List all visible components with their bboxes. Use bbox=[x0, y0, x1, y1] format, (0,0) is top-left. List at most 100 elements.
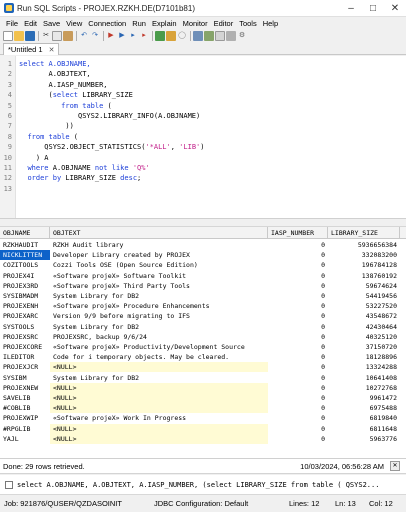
menu-explain[interactable]: Explain bbox=[149, 19, 180, 28]
redo-icon[interactable]: ↷ bbox=[90, 31, 100, 41]
table-cell[interactable]: #RPGLIB bbox=[0, 424, 50, 434]
table-cell[interactable]: PROJEXNEW bbox=[0, 383, 50, 393]
table-cell[interactable]: <NULL> bbox=[50, 382, 268, 393]
table-cell[interactable]: <NULL> bbox=[50, 362, 268, 373]
table-row[interactable]: COZITOOLS Cozzi Tools OSE (Open Source Ed… bbox=[0, 260, 400, 270]
table-cell[interactable]: PROJEXSRC, backup 9/6/24 bbox=[50, 332, 268, 342]
table-cell[interactable]: 6975488 bbox=[328, 403, 400, 413]
settings-icon[interactable]: ⚙ bbox=[237, 31, 247, 41]
table-cell[interactable]: PROJEXARC bbox=[0, 311, 50, 321]
table-cell[interactable]: PROJEXCORE bbox=[0, 342, 50, 352]
table-row[interactable]: #COBLIB <NULL> 0 6975488 bbox=[0, 403, 400, 414]
table-cell[interactable]: System Library for DB2 bbox=[50, 322, 268, 332]
db-icon[interactable] bbox=[193, 30, 203, 41]
menu-editor[interactable]: Editor bbox=[211, 19, 237, 28]
table-cell[interactable]: 37150720 bbox=[328, 342, 400, 352]
clear-messages-icon[interactable]: ✕ bbox=[390, 461, 400, 471]
table-cell[interactable]: PROJEXJCR bbox=[0, 362, 50, 372]
table-cell[interactable] bbox=[0, 444, 50, 454]
table-cell[interactable]: 0 bbox=[268, 260, 328, 270]
table-cell[interactable]: 196784128 bbox=[328, 260, 400, 270]
table-cell[interactable]: Developer Library created by PROJEX bbox=[50, 250, 268, 260]
plan-cache-icon[interactable] bbox=[226, 30, 236, 41]
menu-view[interactable]: View bbox=[63, 19, 85, 28]
monitor-icon[interactable] bbox=[204, 30, 214, 41]
menu-tools[interactable]: Tools bbox=[236, 19, 260, 28]
column-header[interactable]: LIBRARY_SIZE bbox=[328, 227, 400, 239]
table-row[interactable] bbox=[0, 444, 400, 454]
table-cell[interactable]: 54419456 bbox=[328, 291, 400, 301]
table-row[interactable]: SYSTOOLS System Library for DB2 0 42430464 bbox=[0, 322, 400, 332]
table-cell[interactable]: <NULL> bbox=[50, 433, 268, 444]
table-cell[interactable]: 138760192 bbox=[328, 271, 400, 281]
table-cell[interactable]: Code for i temporary objects. May be cle… bbox=[50, 352, 268, 362]
cut-icon[interactable]: ✂ bbox=[41, 31, 51, 41]
table-cell[interactable]: 0 bbox=[268, 362, 328, 372]
table-cell[interactable]: «Software projeX» Software Toolkit bbox=[50, 271, 268, 281]
table-cell[interactable] bbox=[328, 444, 400, 454]
table-cell[interactable]: 0 bbox=[268, 413, 328, 423]
table-cell[interactable]: 0 bbox=[268, 311, 328, 321]
table-cell[interactable]: NICKLITTEN bbox=[0, 250, 50, 261]
table-cell[interactable]: 0 bbox=[268, 271, 328, 281]
pane-splitter[interactable] bbox=[0, 219, 406, 227]
table-cell[interactable]: PROJEXWIP bbox=[0, 413, 50, 423]
table-cell[interactable]: 0 bbox=[268, 403, 328, 413]
table-cell[interactable]: COZITOOLS bbox=[0, 260, 50, 270]
table-cell[interactable]: ILEDITOR bbox=[0, 352, 50, 362]
table-cell[interactable]: 59674624 bbox=[328, 281, 400, 291]
table-cell[interactable]: 0 bbox=[268, 434, 328, 444]
table-cell[interactable]: <NULL> bbox=[50, 423, 268, 434]
open-folder-icon[interactable] bbox=[14, 30, 24, 41]
table-cell[interactable]: 10641408 bbox=[328, 373, 400, 383]
table-cell[interactable]: Version 9/9 before migrating to IFS bbox=[50, 311, 268, 321]
undo-icon[interactable]: ↶ bbox=[79, 31, 89, 41]
table-row[interactable]: SYSIBM System Library for DB2 0 10641408 bbox=[0, 373, 400, 383]
column-header[interactable]: OBJNAME bbox=[0, 227, 50, 239]
table-cell[interactable] bbox=[50, 444, 268, 454]
table-cell[interactable]: 0 bbox=[268, 383, 328, 393]
table-cell[interactable]: «Software projeX» Third Party Tools bbox=[50, 281, 268, 291]
visual-explain-icon[interactable] bbox=[166, 30, 176, 41]
table-row[interactable]: PROJEXARC Version 9/9 before migrating to… bbox=[0, 311, 400, 321]
table-cell[interactable]: 13324288 bbox=[328, 362, 400, 372]
run-next-icon[interactable]: ▸ bbox=[139, 31, 149, 41]
column-header[interactable]: IASP_NUMBER bbox=[268, 227, 328, 239]
table-cell[interactable]: RZKHAUDIT bbox=[0, 240, 50, 250]
close-icon[interactable]: ✕ bbox=[384, 0, 406, 17]
run-from-cursor-icon[interactable]: ▸ bbox=[128, 31, 138, 41]
table-cell[interactable]: PROJEXENH bbox=[0, 301, 50, 311]
table-cell[interactable]: 6819840 bbox=[328, 413, 400, 423]
table-cell[interactable]: 9961472 bbox=[328, 393, 400, 403]
table-cell[interactable]: 43548672 bbox=[328, 311, 400, 321]
new-file-icon[interactable] bbox=[3, 30, 13, 41]
table-cell[interactable]: 40325120 bbox=[328, 332, 400, 342]
menu-save[interactable]: Save bbox=[40, 19, 63, 28]
table-cell[interactable]: PROJEXSRC bbox=[0, 332, 50, 342]
table-cell[interactable]: <NULL> bbox=[50, 393, 268, 403]
table-cell[interactable]: 18128896 bbox=[328, 352, 400, 362]
menu-help[interactable]: Help bbox=[260, 19, 281, 28]
run-all-icon[interactable]: ▶ bbox=[106, 31, 116, 41]
menu-edit[interactable]: Edit bbox=[21, 19, 40, 28]
table-cell[interactable]: 0 bbox=[268, 322, 328, 332]
column-header[interactable]: OBJTEXT bbox=[50, 227, 268, 239]
table-row[interactable]: SAVELIB <NULL> 0 9961472 bbox=[0, 393, 400, 403]
menu-file[interactable]: File bbox=[3, 19, 21, 28]
paste-icon[interactable] bbox=[63, 30, 73, 41]
table-cell[interactable]: SYSTOOLS bbox=[0, 322, 50, 332]
history-row[interactable]: select A.OBJNAME, A.OBJTEXT, A.IASP_NUMB… bbox=[0, 475, 406, 495]
table-row[interactable]: PROJEXENH «Software projeX» Procedure Enh… bbox=[0, 301, 400, 311]
menu-monitor[interactable]: Monitor bbox=[180, 19, 211, 28]
table-cell[interactable]: 0 bbox=[268, 281, 328, 291]
table-row[interactable]: PROJEXWIP «Software projeX» Work In Progr… bbox=[0, 413, 400, 423]
table-row[interactable]: RZKHAUDIT RZKH Audit library 0 5936656384 bbox=[0, 240, 400, 250]
history-checkbox[interactable] bbox=[5, 481, 13, 489]
table-row[interactable]: PROJEX3RD «Software projeX» Third Party T… bbox=[0, 281, 400, 291]
table-cell[interactable]: 6811648 bbox=[328, 424, 400, 434]
table-cell[interactable]: SYSIBM bbox=[0, 373, 50, 383]
table-cell[interactable]: 0 bbox=[268, 250, 328, 260]
table-cell[interactable]: 0 bbox=[268, 393, 328, 403]
table-cell[interactable]: 53227520 bbox=[328, 301, 400, 311]
minimize-icon[interactable]: – bbox=[340, 0, 362, 17]
